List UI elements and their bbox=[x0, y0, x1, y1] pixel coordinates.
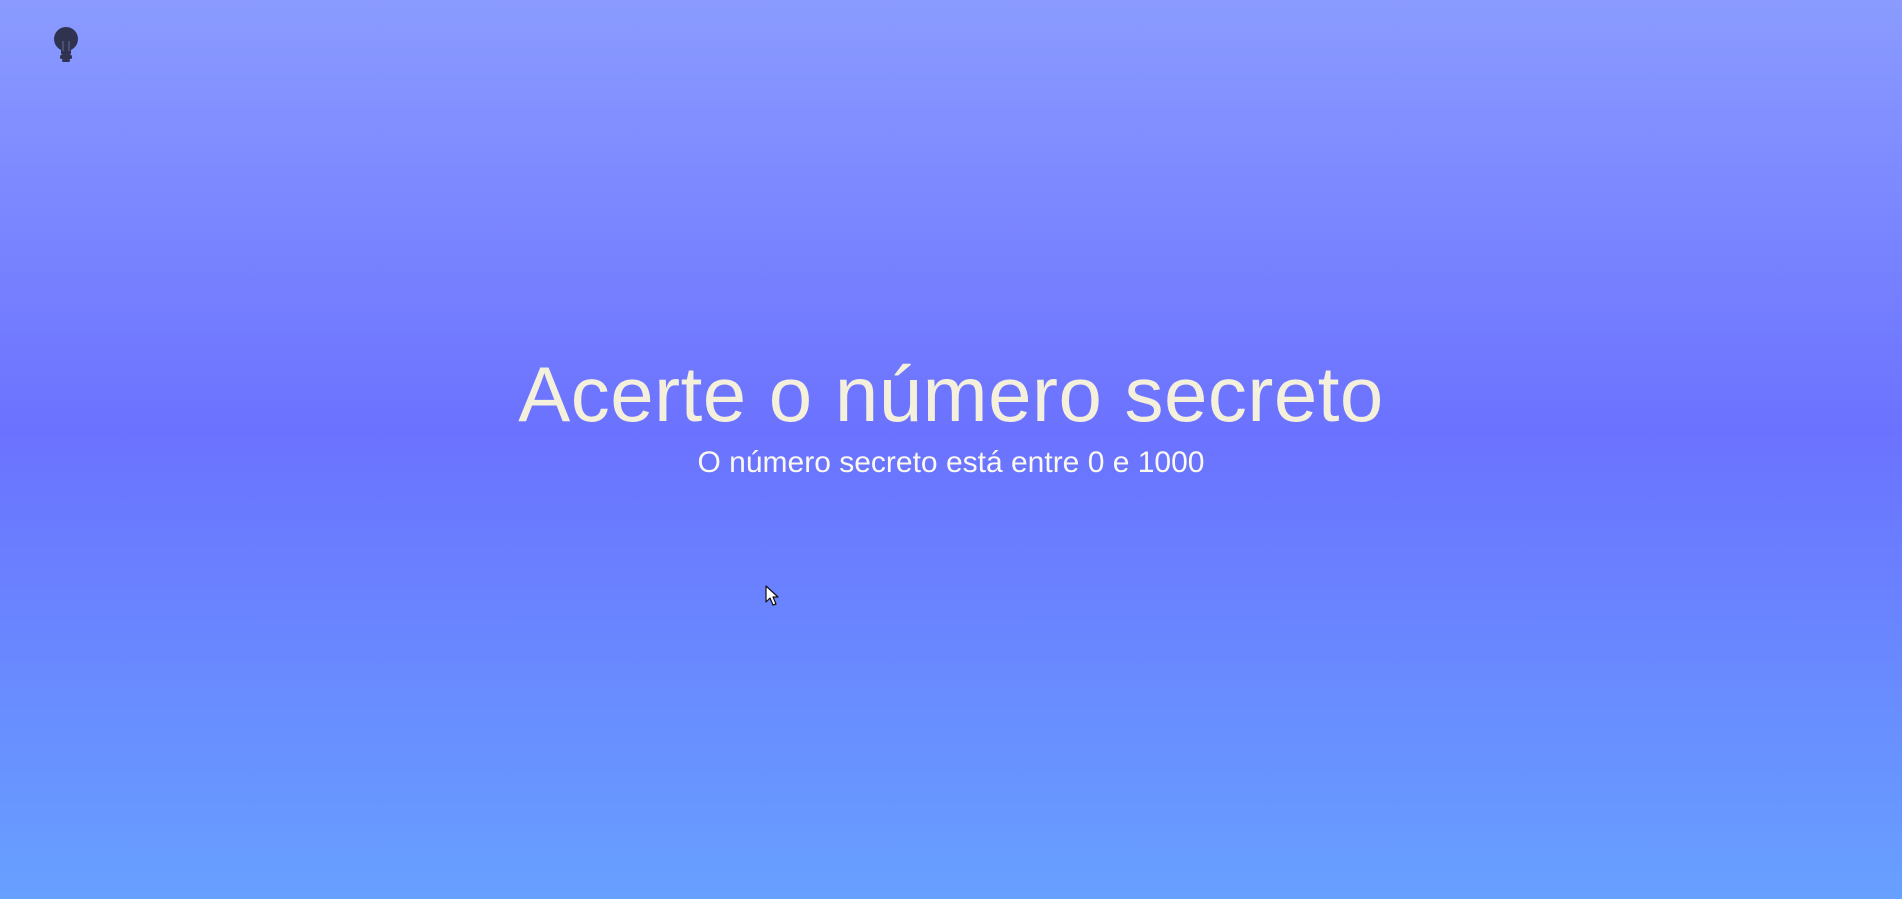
lightbulb-icon bbox=[50, 25, 82, 65]
mouse-pointer-icon bbox=[765, 585, 779, 607]
theme-toggle-button[interactable] bbox=[50, 25, 82, 65]
page-title: Acerte o número secreto bbox=[518, 350, 1384, 438]
page-subtitle: O número secreto está entre 0 e 1000 bbox=[697, 446, 1205, 479]
game-header: Acerte o número secreto O número secreto… bbox=[0, 348, 1902, 482]
